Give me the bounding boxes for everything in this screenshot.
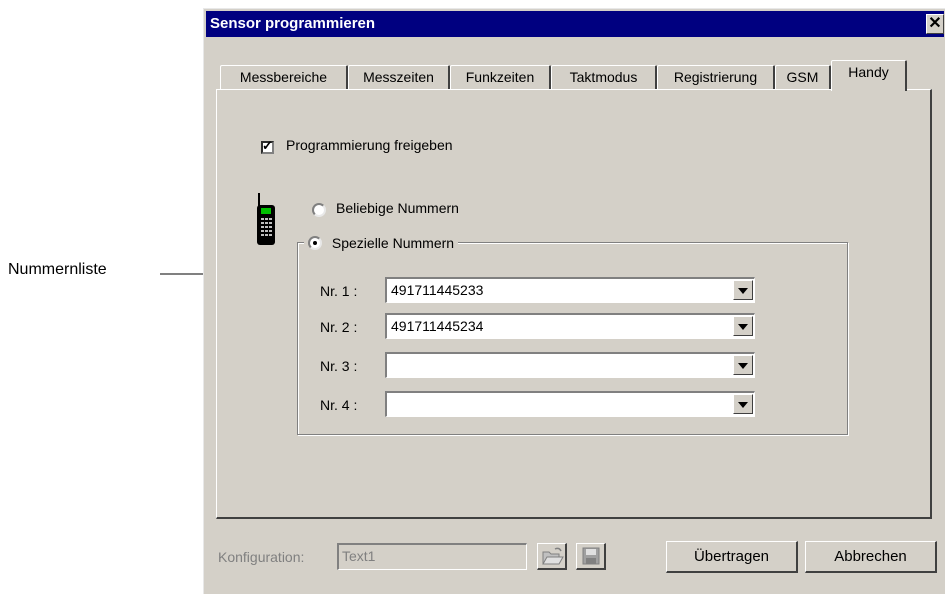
- transfer-button[interactable]: Übertragen: [666, 541, 798, 573]
- radio-selected-dot: [313, 241, 317, 246]
- configuration-value: Text1: [342, 548, 376, 564]
- open-configuration-button[interactable]: [537, 543, 567, 570]
- number-4-combobox[interactable]: [385, 391, 755, 417]
- tab-funkzeiten[interactable]: Funkzeiten: [450, 65, 551, 89]
- radio-special-numbers-label: Spezielle Nummern: [331, 235, 455, 252]
- chevron-down-icon: [738, 324, 748, 330]
- chevron-down-icon: [738, 288, 748, 294]
- radio-any-numbers-label: Beliebige Nummern: [336, 200, 459, 216]
- special-numbers-legend: Spezielle Nummern: [304, 234, 459, 252]
- tab-registrierung[interactable]: Registrierung: [657, 65, 775, 89]
- number-3-combobox[interactable]: [385, 352, 755, 378]
- number-2-combobox[interactable]: 491711445234: [385, 313, 755, 339]
- configuration-input[interactable]: Text1: [337, 543, 527, 570]
- close-button[interactable]: ✕: [926, 14, 944, 34]
- tab-handy[interactable]: Handy: [831, 60, 907, 91]
- tab-taktmodus[interactable]: Taktmodus: [551, 65, 657, 89]
- number-2-value: 491711445234: [391, 318, 484, 334]
- chevron-down-icon: [738, 363, 748, 369]
- radio-any-numbers[interactable]: [312, 203, 326, 217]
- enable-programming-label: Programmierung freigeben: [286, 137, 453, 153]
- number-1-label: Nr. 1 :: [320, 283, 358, 299]
- number-1-combobox[interactable]: 491711445233: [385, 277, 755, 303]
- checkmark-icon: ✓: [262, 138, 273, 153]
- number-2-dropdown-button[interactable]: [733, 316, 753, 336]
- configuration-label: Konfiguration:: [218, 549, 305, 565]
- number-4-dropdown-button[interactable]: [733, 394, 753, 414]
- number-1-dropdown-button[interactable]: [733, 280, 753, 300]
- cancel-button[interactable]: Abbrechen: [805, 541, 937, 573]
- number-3-dropdown-button[interactable]: [733, 355, 753, 375]
- number-1-value: 491711445233: [391, 282, 484, 298]
- mobile-phone-icon: [257, 193, 275, 245]
- close-icon: ✕: [928, 15, 942, 32]
- title-bar: Sensor programmieren ✕: [206, 11, 944, 37]
- save-disk-icon: [582, 547, 600, 565]
- number-3-label: Nr. 3 :: [320, 358, 358, 374]
- save-configuration-button[interactable]: [576, 543, 606, 570]
- tab-messbereiche[interactable]: Messbereiche: [220, 65, 348, 89]
- enable-programming-checkbox[interactable]: ✓: [261, 138, 274, 154]
- tab-messzeiten[interactable]: Messzeiten: [348, 65, 450, 89]
- number-2-label: Nr. 2 :: [320, 319, 358, 335]
- window-title: Sensor programmieren: [210, 15, 376, 32]
- tab-gsm[interactable]: GSM: [775, 65, 831, 89]
- radio-special-numbers[interactable]: [308, 236, 322, 251]
- chevron-down-icon: [738, 402, 748, 408]
- open-folder-icon: [542, 547, 564, 565]
- number-4-label: Nr. 4 :: [320, 397, 358, 413]
